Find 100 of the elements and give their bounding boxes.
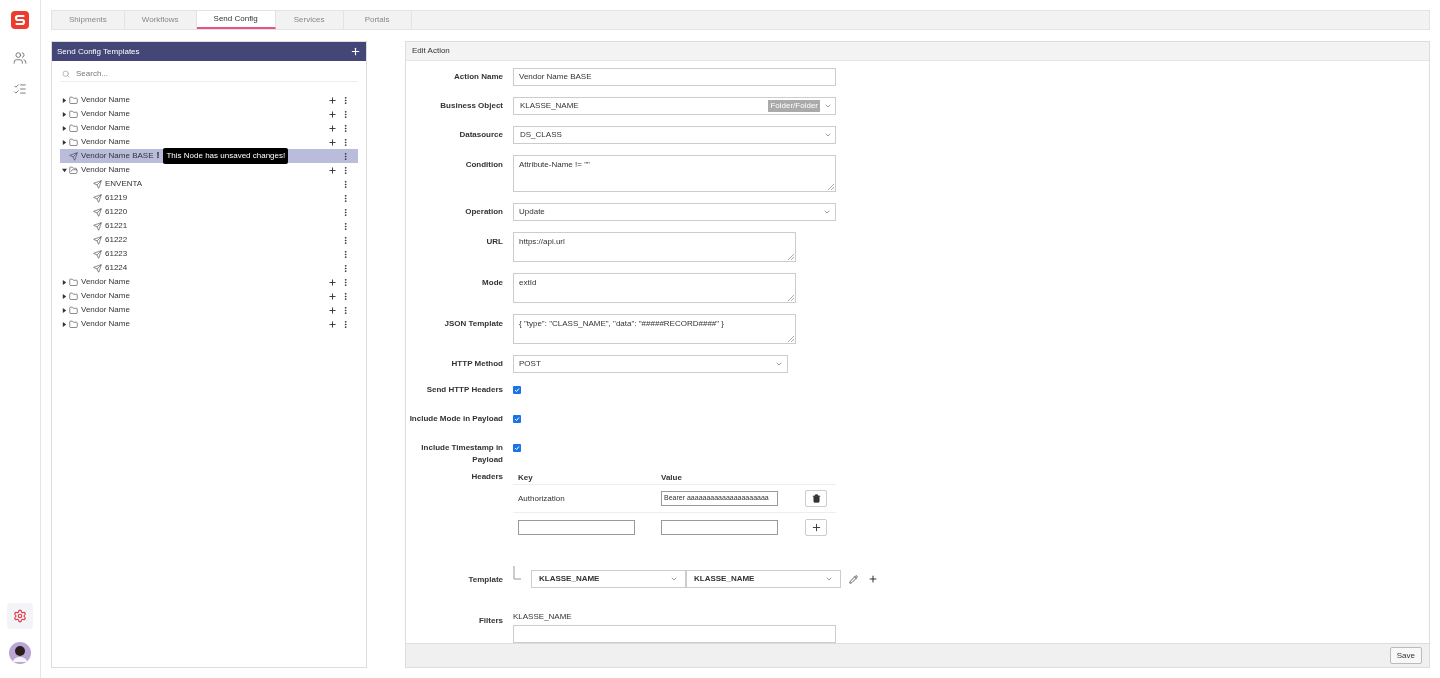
text-area[interactable]: Attribute-Name != "" (513, 155, 836, 192)
text-area[interactable]: extId (513, 273, 796, 303)
caret-icon[interactable] (62, 139, 67, 145)
tree-item[interactable]: 61219 (60, 191, 358, 205)
tree-item[interactable]: Vendor Name (60, 93, 358, 107)
tree-item[interactable]: 61223 (60, 247, 358, 261)
tree-item-label: Vendor Name (81, 136, 130, 148)
delete-button[interactable] (805, 490, 827, 507)
resize-handle-icon[interactable] (788, 295, 794, 301)
dropdown-icon (825, 575, 833, 583)
tab[interactable]: Send Config (196, 11, 276, 29)
add-icon[interactable] (328, 291, 337, 301)
select-field[interactable]: Update (513, 203, 836, 221)
field-label: Send HTTP Headers (426, 385, 503, 394)
type-tag: Folder/Folder (768, 100, 820, 112)
search-field[interactable]: Search... (60, 67, 358, 82)
field-label: Mode (482, 278, 503, 287)
field-label: Condition (465, 160, 503, 169)
field-label: Headers (471, 472, 503, 481)
value-field[interactable] (661, 519, 778, 535)
panel-title: Send Config Templates (57, 45, 141, 58)
tree-item[interactable]: 61224 (60, 261, 358, 275)
resize-handle-icon[interactable] (828, 184, 834, 190)
field-label: Filters (479, 616, 503, 625)
tree-item[interactable]: ENVENTA (60, 177, 358, 191)
combo-field[interactable]: DS_CLASS (513, 126, 836, 144)
tree-item-label: Vendor Name (81, 290, 130, 302)
tree-item[interactable]: Vendor Name (60, 107, 358, 121)
tree-item[interactable]: Vendor Name (60, 121, 358, 135)
filter-field[interactable] (513, 625, 836, 643)
select-field[interactable]: KLASSE_NAME (686, 570, 841, 588)
tree-item[interactable]: Vendor Name (60, 163, 358, 177)
tree-item[interactable]: Vendor Name (60, 303, 358, 317)
add-icon[interactable] (328, 165, 337, 175)
add-icon[interactable] (328, 123, 337, 133)
folder-icon (69, 305, 78, 315)
caret-icon[interactable] (62, 111, 67, 117)
add-icon[interactable] (328, 277, 337, 287)
paper-plane-icon (69, 151, 78, 161)
plus-icon (810, 521, 822, 533)
field-label: Business Object (440, 101, 503, 110)
paper-plane-icon (93, 235, 102, 245)
field-label: Operation (465, 207, 503, 216)
checkbox[interactable] (513, 415, 521, 423)
settings-button[interactable] (7, 603, 33, 629)
tree-item[interactable]: 61220 (60, 205, 358, 219)
field-label: Include Mode in Payload (409, 414, 503, 423)
caret-icon[interactable] (62, 321, 67, 327)
resize-handle-icon[interactable] (788, 254, 794, 260)
combo-field[interactable]: KLASSE_NAME Folder/Folder (513, 97, 836, 115)
save-button[interactable]: Save (1389, 647, 1422, 664)
dropdown-icon (824, 131, 832, 139)
tree-item-label: 61221 (105, 220, 128, 232)
tree-item[interactable]: 61221 (60, 219, 358, 233)
resize-handle-icon[interactable] (788, 336, 794, 342)
text-area[interactable]: { "type": "CLASS_NAME", "data": "#####RECORD####" } (513, 314, 796, 344)
add-button[interactable] (805, 518, 827, 536)
add-icon[interactable] (328, 109, 337, 119)
tree-item[interactable]: Vendor Name (60, 317, 358, 331)
paper-plane-icon (93, 249, 102, 259)
plus-icon[interactable] (868, 574, 878, 584)
tree-item[interactable]: Vendor Name BASE ! This Node has unsaved changes! (60, 149, 358, 163)
avatar[interactable] (9, 642, 31, 664)
field-label: JSON Template (444, 319, 503, 328)
folder-icon (69, 291, 78, 301)
app-logo-icon[interactable] (11, 11, 29, 29)
field-label: URL (486, 237, 503, 246)
tree-item[interactable]: Vendor Name (60, 289, 358, 303)
tree-item-label: Vendor Name (81, 276, 130, 288)
text-area[interactable]: https://api.url (513, 232, 796, 262)
text-field[interactable]: Vendor Name BASE (513, 68, 836, 86)
caret-icon[interactable] (62, 125, 67, 131)
tree-item[interactable]: 61222 (60, 233, 358, 247)
checklist-icon[interactable] (13, 82, 27, 96)
caret-icon[interactable] (62, 97, 67, 103)
key-field[interactable] (518, 519, 635, 535)
caret-icon[interactable] (62, 279, 67, 285)
add-icon[interactable] (328, 95, 337, 105)
tree-item[interactable]: Vendor Name (60, 135, 358, 149)
caret-icon[interactable] (62, 167, 67, 173)
trash-icon (811, 494, 821, 503)
checkbox[interactable] (513, 444, 521, 452)
dropdown-icon (670, 575, 678, 583)
add-icon[interactable] (328, 319, 337, 329)
tree-item-label: Vendor Name BASE (81, 150, 154, 162)
caret-icon[interactable] (62, 307, 67, 313)
caret-icon[interactable] (62, 293, 67, 299)
add-icon[interactable] (328, 137, 337, 147)
paper-plane-icon (93, 193, 102, 203)
folder-icon (69, 123, 78, 133)
checkbox[interactable] (513, 386, 521, 394)
panel-title: Edit Action (412, 45, 450, 57)
paper-plane-icon (93, 179, 102, 189)
tree-item-label: Vendor Name (81, 108, 130, 120)
select-field[interactable]: POST (513, 355, 788, 373)
add-icon[interactable] (328, 305, 337, 315)
pencil-icon[interactable] (849, 574, 858, 584)
tree-item[interactable]: Vendor Name (60, 275, 358, 289)
select-field[interactable]: KLASSE_NAME (531, 570, 686, 588)
add-icon[interactable] (350, 46, 361, 57)
